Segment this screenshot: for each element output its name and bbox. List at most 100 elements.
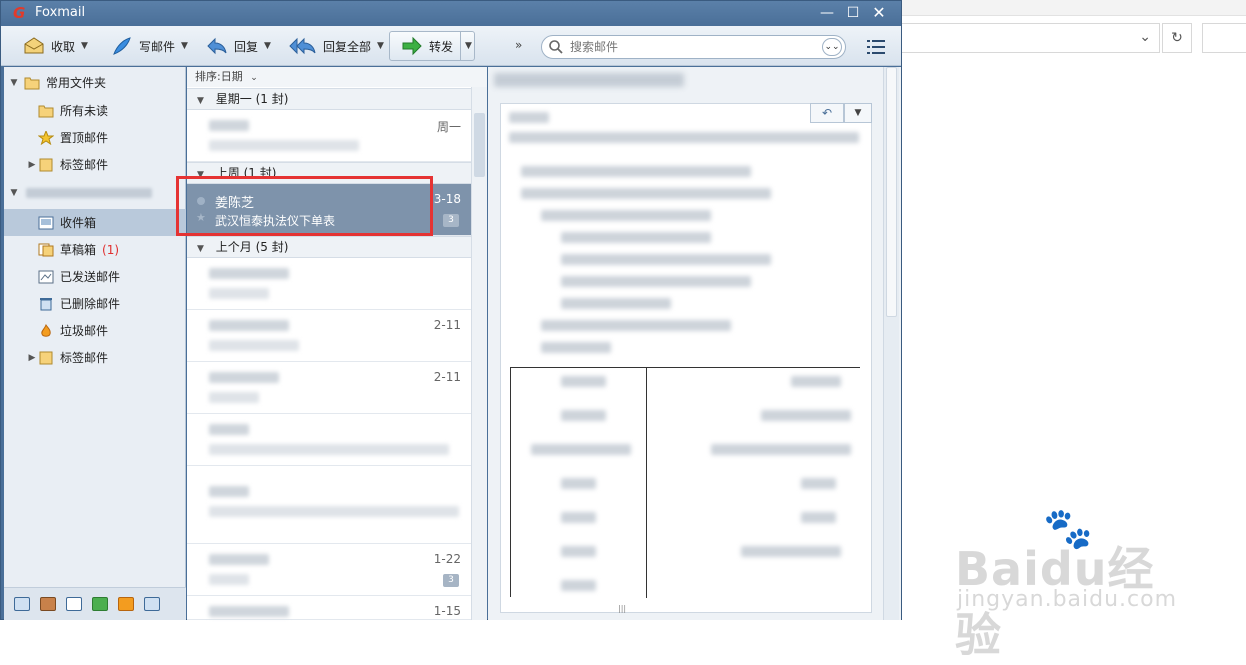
maximize-button[interactable]: ☐: [842, 4, 864, 22]
expand-arrow-icon[interactable]: ▶: [26, 353, 38, 363]
sender-redacted: [209, 424, 249, 435]
mail-item[interactable]: 周一: [187, 110, 471, 162]
mail-view-icon[interactable]: [14, 597, 30, 611]
chevron-down-icon[interactable]: ▼: [81, 41, 88, 51]
redacted-cell: [531, 444, 631, 455]
mail-list: 排序:日期 ⌄ ▼ 星期一 (1 封) 周一 ▼ 上周 (1 封) ★ 姜陈芝 …: [187, 67, 487, 620]
scrollbar-thumb[interactable]: [474, 113, 485, 177]
folder-pinned[interactable]: 置顶邮件: [4, 124, 186, 151]
sender-redacted: [209, 268, 289, 279]
redacted-text: [509, 112, 549, 123]
group-header-last-month[interactable]: ▼ 上个月 (5 封): [187, 236, 471, 258]
reply-all-button[interactable]: 回复全部 ▼: [289, 32, 384, 60]
redacted-text: [541, 342, 611, 353]
folder-sent[interactable]: 已发送邮件: [4, 263, 186, 290]
collapse-arrow-icon[interactable]: ▼: [197, 96, 204, 106]
reply-button[interactable]: 回复 ▼: [206, 32, 271, 60]
mail-body-table: [510, 367, 860, 598]
folder-sent-label: 已发送邮件: [60, 270, 121, 284]
mail-date: 周一: [436, 120, 461, 134]
redacted-text: [521, 166, 751, 177]
folder-inbox[interactable]: 收件箱: [4, 209, 186, 236]
reading-pane-scrollbar[interactable]: [883, 67, 899, 620]
minimize-button[interactable]: —: [816, 4, 838, 22]
chevron-down-icon[interactable]: ▼: [181, 41, 188, 51]
mail-item[interactable]: 2-11: [187, 362, 471, 414]
receive-button[interactable]: 收取 ▼: [23, 32, 88, 60]
redacted-cell: [561, 512, 596, 523]
flame-icon: [38, 323, 54, 338]
folder-deleted[interactable]: 已删除邮件: [4, 290, 186, 317]
group-header-monday[interactable]: ▼ 星期一 (1 封): [187, 88, 471, 110]
group-label: 星期一 (1 封): [215, 92, 289, 106]
search-options-chevron-icon[interactable]: ⌄⌄: [822, 38, 842, 56]
folder-inbox-label: 收件箱: [60, 216, 97, 230]
scrollbar-thumb[interactable]: [886, 67, 897, 317]
folder-common[interactable]: ▼ 常用文件夹: [4, 69, 186, 96]
mail-item[interactable]: 1-22 3: [187, 544, 471, 596]
redacted-cell: [561, 478, 596, 489]
expand-arrow-icon[interactable]: ▶: [26, 160, 38, 170]
collapse-arrow-icon[interactable]: ▼: [8, 188, 20, 198]
mail-item[interactable]: [187, 466, 471, 544]
account-node[interactable]: ▼: [4, 179, 186, 206]
close-button[interactable]: ✕: [868, 4, 890, 22]
folder-common-label: 常用文件夹: [46, 76, 107, 90]
folder-junk[interactable]: 垃圾邮件: [4, 317, 186, 344]
chevron-down-icon[interactable]: ▼: [465, 41, 472, 51]
folder-tagged-2-label: 标签邮件: [60, 351, 109, 365]
chevron-down-icon[interactable]: ▼: [377, 41, 384, 51]
forward-button[interactable]: 转发 ▼: [401, 32, 472, 60]
menu-icon[interactable]: [867, 39, 885, 55]
sort-label: 排序:日期: [195, 70, 243, 83]
toolbar-more-button[interactable]: »: [515, 38, 522, 52]
drafts-icon: [38, 243, 54, 257]
sort-bar[interactable]: 排序:日期 ⌄: [187, 67, 487, 87]
resize-grip-icon[interactable]: |||: [618, 604, 626, 613]
sender-redacted: [209, 372, 279, 383]
browser-search-box[interactable]: [1202, 23, 1246, 53]
chevron-down-icon[interactable]: ▼: [264, 41, 271, 51]
browser-address-bar[interactable]: ⌄: [900, 23, 1160, 53]
chevron-down-icon[interactable]: ⌄: [250, 73, 258, 83]
collapse-arrow-icon[interactable]: ▼: [8, 78, 20, 88]
mail-item[interactable]: [187, 258, 471, 310]
calendar-icon[interactable]: [66, 597, 82, 611]
redacted-cell: [791, 376, 841, 387]
inbox-icon: [38, 216, 54, 230]
settings-icon[interactable]: [144, 597, 160, 611]
search-input[interactable]: [570, 38, 820, 56]
redacted-text: [561, 276, 751, 287]
collapse-arrow-icon[interactable]: ▼: [197, 244, 204, 254]
notes-icon[interactable]: [92, 597, 108, 611]
folder-tagged-2[interactable]: ▶ 标签邮件: [4, 344, 186, 371]
folder-drafts-label: 草稿箱: [60, 243, 97, 257]
sender-redacted: [209, 486, 249, 497]
chevron-down-icon[interactable]: ⌄: [1139, 29, 1151, 45]
subject-redacted: [209, 506, 459, 517]
search-box[interactable]: ⌄⌄: [541, 35, 846, 59]
feather-pen-icon: [111, 36, 133, 56]
rss-icon[interactable]: [118, 597, 134, 611]
folder-tagged[interactable]: ▶ 标签邮件: [4, 151, 186, 178]
folder-drafts[interactable]: 草稿箱 (1): [4, 236, 186, 263]
mail-list-scrollbar[interactable]: [471, 87, 487, 620]
mail-date: 2-11: [433, 318, 461, 332]
quick-reply-button[interactable]: ↶: [810, 103, 844, 123]
compose-button[interactable]: 写邮件 ▼: [111, 32, 188, 60]
refresh-icon[interactable]: ↻: [1162, 23, 1192, 53]
compose-label: 写邮件: [139, 39, 176, 54]
forward-arrow-icon: [401, 36, 423, 56]
chevron-down-icon[interactable]: ▼: [844, 103, 872, 123]
mail-item[interactable]: 1-15: [187, 596, 471, 620]
sender-redacted: [209, 120, 249, 131]
mail-subject-redacted: [494, 73, 684, 87]
contacts-icon[interactable]: [40, 597, 56, 611]
folder-all-unread[interactable]: 所有未读: [4, 97, 186, 124]
folder-pinned-label: 置顶邮件: [60, 131, 109, 145]
reply-all-label: 回复全部: [323, 39, 372, 54]
redacted-cell: [741, 546, 841, 557]
redacted-cell: [561, 410, 606, 421]
mail-item[interactable]: [187, 414, 471, 466]
mail-item[interactable]: 2-11: [187, 310, 471, 362]
